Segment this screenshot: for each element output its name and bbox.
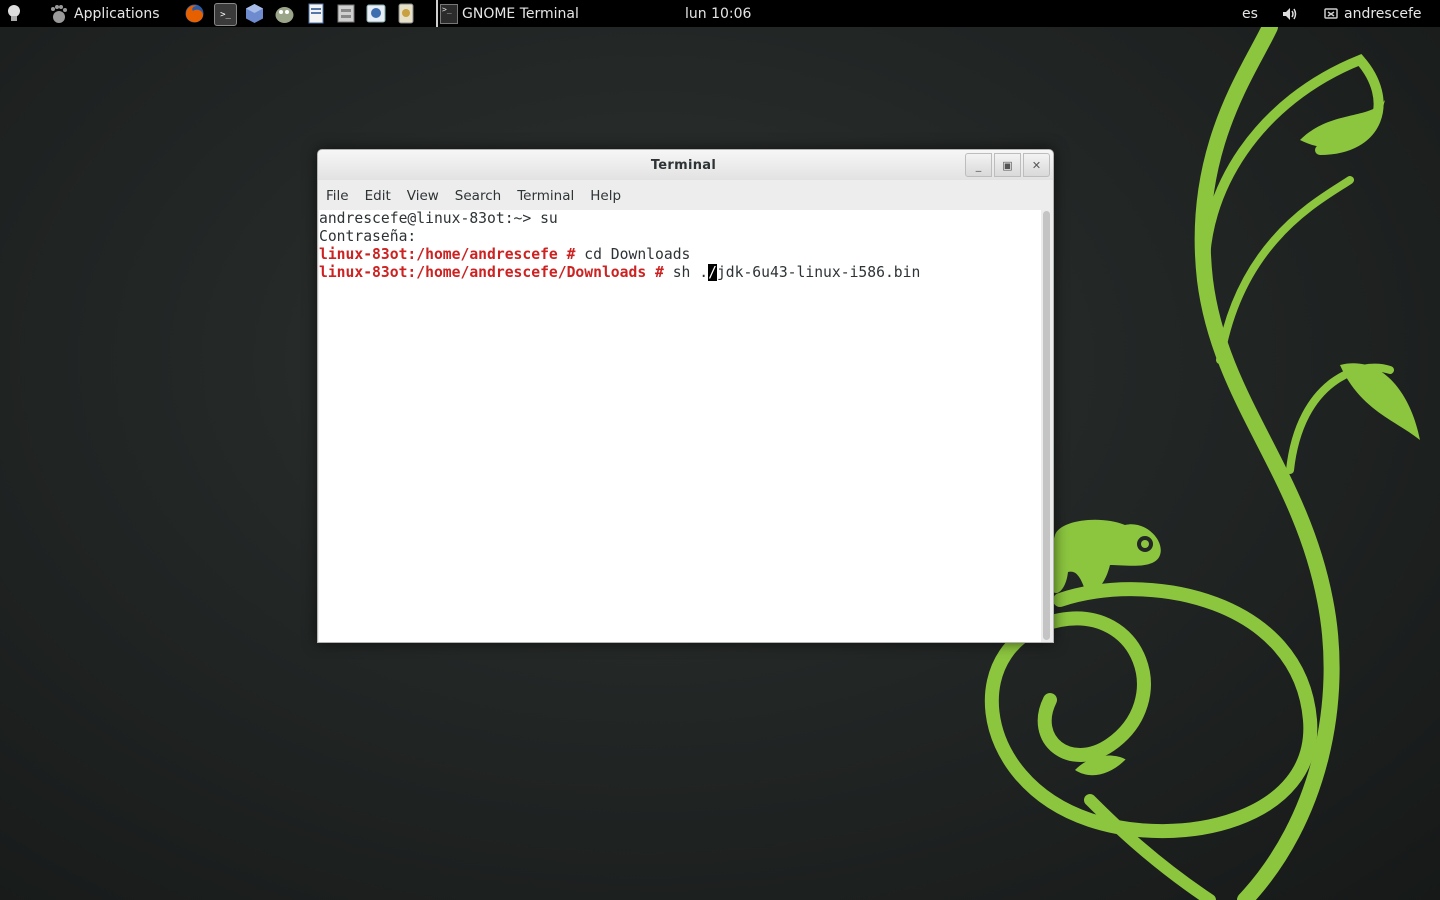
file-manager-icon — [337, 4, 354, 23]
volume-icon — [1283, 7, 1297, 20]
firefox-launcher[interactable] — [184, 3, 205, 24]
terminal-text: andrescefe@linux-83ot:~> su Contraseña: … — [319, 210, 1041, 282]
task-button-terminal[interactable]: >_ GNOME Terminal — [436, 0, 579, 27]
vertical-scrollbar[interactable] — [1041, 210, 1053, 642]
activities-button[interactable] — [5, 0, 25, 27]
close-button[interactable]: ✕ — [1023, 153, 1050, 177]
keyboard-layout-indicator[interactable]: es — [1242, 0, 1258, 27]
gimp-icon — [275, 7, 294, 23]
applications-label: Applications — [74, 5, 160, 22]
settings-icon — [398, 3, 413, 24]
gimp-launcher[interactable] — [274, 3, 295, 24]
clock-label: lun 10:06 — [685, 5, 752, 22]
document-icon — [308, 3, 323, 24]
menu-help[interactable]: Help — [582, 188, 629, 204]
terminal-command-rest: jdk-6u43-linux-i586.bin — [716, 264, 921, 281]
volume-button[interactable] — [1282, 0, 1302, 27]
gnome-foot-icon — [51, 4, 67, 23]
menu-view[interactable]: View — [399, 188, 447, 204]
terminal-app-icon: >_ — [440, 3, 458, 24]
virtualbox-launcher[interactable] — [244, 3, 265, 24]
scrollbar-thumb[interactable] — [1043, 211, 1050, 640]
terminal-line-2: Contraseña: — [319, 228, 417, 245]
root-prompt: linux-83ot:/home/andrescefe/Downloads # — [319, 264, 664, 281]
keyboard-layout-label: es — [1242, 5, 1258, 22]
applications-menu[interactable]: Applications — [48, 0, 160, 27]
menu-terminal[interactable]: Terminal — [509, 188, 582, 204]
terminal-output-area[interactable]: andrescefe@linux-83ot:~> su Contraseña: … — [319, 210, 1041, 642]
file-manager-launcher[interactable] — [335, 3, 356, 24]
menu-file[interactable]: File — [318, 188, 357, 204]
clock[interactable]: lun 10:06 — [685, 0, 751, 27]
close-icon: ✕ — [1031, 158, 1042, 172]
terminal-command: sh . — [663, 264, 709, 281]
top-panel: Applications >_ >_ GNOME Terminal lun 10… — [0, 0, 1440, 27]
menu-bar: File Edit View Search Terminal Help — [318, 182, 1053, 209]
chat-launcher[interactable] — [365, 3, 386, 24]
minimize-icon: _ — [975, 158, 982, 172]
user-status-icon — [1324, 7, 1338, 19]
firefox-icon — [185, 4, 204, 23]
maximize-button[interactable]: ▣ — [994, 153, 1021, 177]
user-name: andrescefe — [1344, 5, 1422, 22]
menu-search[interactable]: Search — [447, 188, 509, 204]
task-title: GNOME Terminal — [462, 5, 579, 22]
virtualbox-icon — [246, 4, 263, 23]
window-title-bar[interactable]: Terminal _ ▣ ✕ — [318, 150, 1053, 180]
terminal-icon: >_ — [220, 9, 231, 20]
chat-icon — [366, 4, 385, 23]
terminal-line-1: andrescefe@linux-83ot:~> su — [319, 210, 558, 227]
terminal-window: Terminal _ ▣ ✕ File Edit View Search Ter… — [317, 149, 1054, 643]
window-title: Terminal — [650, 157, 717, 173]
terminal-command: cd Downloads — [575, 246, 691, 263]
root-prompt: linux-83ot:/home/andrescefe # — [319, 246, 576, 263]
lightbulb-icon — [8, 4, 20, 21]
terminal-launcher[interactable]: >_ — [214, 3, 237, 26]
user-menu[interactable]: andrescefe — [1324, 0, 1422, 27]
settings-launcher[interactable] — [395, 3, 416, 24]
maximize-icon: ▣ — [1002, 158, 1013, 172]
document-launcher[interactable] — [305, 3, 326, 24]
text-cursor: / — [708, 264, 717, 281]
menu-edit[interactable]: Edit — [357, 188, 399, 204]
minimize-button[interactable]: _ — [965, 153, 992, 177]
